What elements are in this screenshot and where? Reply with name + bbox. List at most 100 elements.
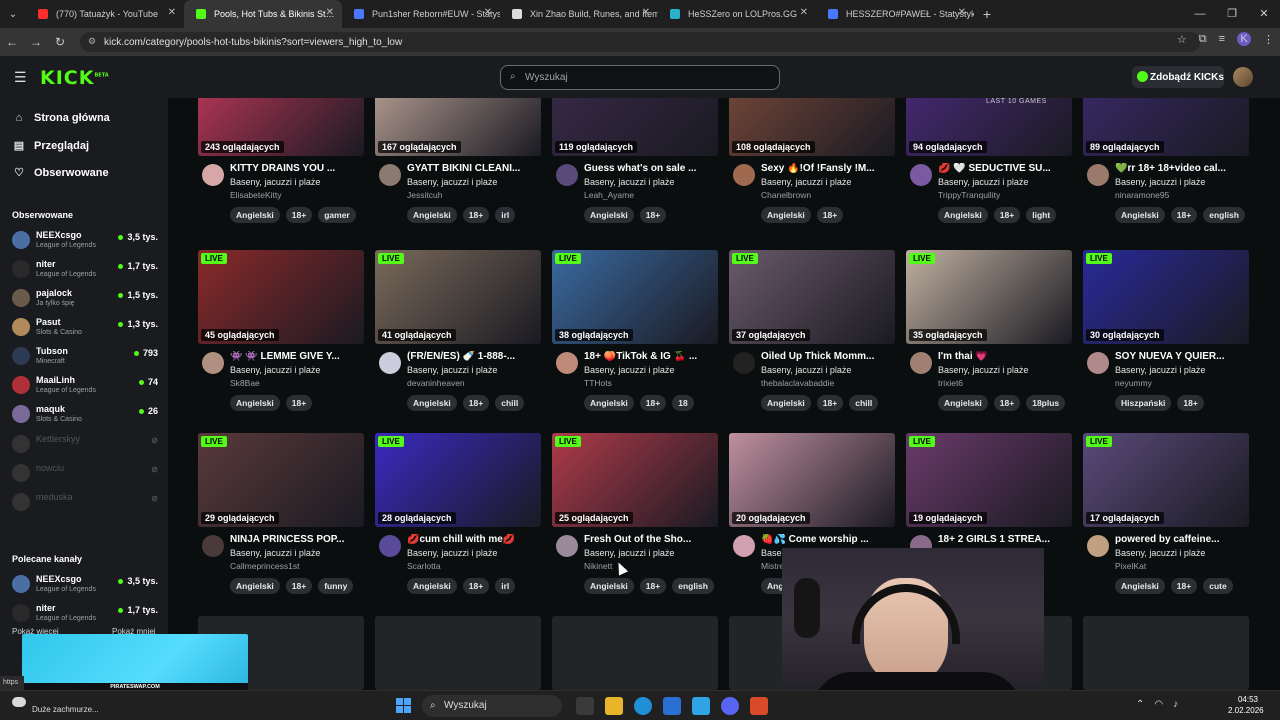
channel-avatar[interactable] <box>202 164 224 186</box>
tag-chip[interactable]: 18+ <box>462 207 490 223</box>
stream-card[interactable]: LIVE 37 oglądających Oiled Up Thick Momm..… <box>729 250 895 430</box>
channel-avatar[interactable] <box>379 352 401 374</box>
sidebar-channel[interactable]: pajalock Ja tylko śpię 1,5 tys. <box>12 286 160 313</box>
tag-chip[interactable]: 18+ <box>462 395 490 411</box>
site-info-icon[interactable]: ⚙ <box>88 36 96 47</box>
windows-start-icon[interactable] <box>396 698 411 713</box>
tag-chip[interactable]: Angielski <box>584 207 634 223</box>
tag-chip[interactable]: 18+ <box>285 395 313 411</box>
maximize-icon[interactable]: ❐ <box>1216 0 1248 28</box>
tag-chip[interactable]: Angielski <box>584 578 634 594</box>
stream-category[interactable]: Baseny, jacuzzi i plaże <box>584 365 674 375</box>
stream-thumbnail[interactable]: LIVE 38 oglądających <box>552 250 718 344</box>
stream-category[interactable]: Baseny, jacuzzi i plaże <box>407 177 497 187</box>
tag-chip[interactable]: Hiszpański <box>1115 395 1172 411</box>
stream-title[interactable]: SOY NUEVA Y QUIER... <box>1115 351 1255 362</box>
stream-title[interactable]: Guess what's on sale ... <box>584 163 724 174</box>
tag-chip[interactable]: Angielski <box>230 395 280 411</box>
channel-avatar[interactable] <box>1087 352 1109 374</box>
tag-chip[interactable]: Angielski <box>1115 207 1165 223</box>
browser-tab[interactable]: HeSSZero on LOLPros.GG ✕ <box>658 0 816 28</box>
user-avatar[interactable] <box>1233 67 1253 87</box>
channel-avatar[interactable] <box>556 352 578 374</box>
stream-title[interactable]: Oiled Up Thick Momm... <box>761 351 901 362</box>
channel-name[interactable]: Chanelbrown <box>761 190 811 200</box>
tag-chip[interactable]: 18plus <box>1026 395 1066 411</box>
stream-title[interactable]: 💋cum chill with me💋 <box>407 534 547 545</box>
stream-card[interactable]: LIVE 41 oglądających (FR/EN/ES) 🍼 1-888-..… <box>375 250 541 430</box>
tag-chip[interactable]: Angielski <box>230 207 280 223</box>
tag-chip[interactable]: Angielski <box>938 395 988 411</box>
close-window-icon[interactable]: ✕ <box>1248 0 1280 28</box>
channel-name[interactable]: thebalaclavabaddie <box>761 378 834 388</box>
channel-avatar[interactable] <box>910 352 932 374</box>
stream-category[interactable]: Baseny, jacuzzi i plaże <box>938 365 1028 375</box>
stream-title[interactable]: Fresh Out of the Sho... <box>584 534 724 545</box>
channel-avatar[interactable] <box>379 164 401 186</box>
tag-chip[interactable]: Angielski <box>407 578 457 594</box>
stream-card[interactable]: 243 oglądających KITTY DRAINS YOU ... Base… <box>198 98 364 242</box>
channel-name[interactable]: Callmeprincess1st <box>230 561 299 571</box>
address-bar[interactable]: ⚙ kick.com/category/pools-hot-tubs-bikin… <box>80 32 1200 52</box>
tag-chip[interactable]: 18+ <box>993 395 1021 411</box>
channel-name[interactable]: Scarlotta <box>407 561 441 571</box>
tag-chip[interactable]: 18+ <box>993 207 1021 223</box>
stream-thumbnail[interactable]: 94 oglądających <box>906 98 1072 156</box>
stream-title[interactable]: (FR/EN/ES) 🍼 1-888-... <box>407 351 547 362</box>
sidebar-channel[interactable]: Kettlerskyy ⊘ <box>12 432 160 459</box>
tag-chip[interactable]: english <box>672 578 714 594</box>
stream-title[interactable]: 🍓💦 Come worship ... <box>761 534 901 545</box>
stream-card[interactable]: LIVE 38 oglądających 18+ 🍑TikTok & IG 🍒 ..… <box>552 250 718 430</box>
tab-search-icon[interactable]: ⌄ <box>0 9 26 20</box>
stream-thumbnail[interactable]: LIVE 19 oglądających <box>906 433 1072 527</box>
stream-thumbnail[interactable]: LIVE 29 oglądających <box>198 433 364 527</box>
stream-category[interactable]: Baseny, jacuzzi i plaże <box>584 177 674 187</box>
tag-chip[interactable]: irl <box>495 578 516 594</box>
channel-name[interactable]: TTHots <box>584 378 612 388</box>
sidebar-channel[interactable]: niter League of Legends 1,7 tys. <box>12 257 160 284</box>
stream-card[interactable]: LIVE 17 oglądających powered by caffeine..… <box>1083 433 1249 613</box>
weather-cloud-icon[interactable] <box>12 697 26 707</box>
stream-thumbnail[interactable]: 243 oglądających <box>198 98 364 156</box>
tag-chip[interactable]: 18+ <box>639 395 667 411</box>
stream-card[interactable]: LIVE 25 oglądających Fresh Out of the Sho.… <box>552 433 718 613</box>
sidebar-channel[interactable]: Pasut Slots & Casino 1,3 tys. <box>12 315 160 342</box>
tag-chip[interactable]: funny <box>318 578 354 594</box>
stream-title[interactable]: I'm thai 💗 <box>938 351 1078 362</box>
tag-chip[interactable]: cute <box>1203 578 1233 594</box>
stream-title[interactable]: 💋 🤍 SEDUCTIVE SU... <box>938 163 1078 174</box>
stream-thumbnail[interactable]: LIVE 41 oglądających <box>375 250 541 344</box>
channel-avatar[interactable] <box>556 535 578 557</box>
stream-thumbnail[interactable]: LIVE 45 oglądających <box>198 250 364 344</box>
tag-chip[interactable]: gamer <box>318 207 356 223</box>
stream-card[interactable]: 167 oglądających GYATT BIKINI CLEANI... Ba… <box>375 98 541 242</box>
stream-thumbnail[interactable]: LIVE 25 oglądających <box>552 433 718 527</box>
channel-avatar[interactable] <box>556 164 578 186</box>
stream-thumbnail[interactable]: 89 oglądających <box>1083 98 1249 156</box>
stream-card[interactable]: 89 oglądających 💚rr 18+ 18+video cal... Ba… <box>1083 98 1249 242</box>
tag-chip[interactable]: 18+ <box>285 578 313 594</box>
sidebar-channel[interactable]: meduska ⊘ <box>12 490 160 517</box>
tag-chip[interactable]: 18+ <box>462 578 490 594</box>
close-tab-icon[interactable]: ✕ <box>484 7 492 18</box>
stream-thumbnail[interactable]: 108 oglądających <box>729 98 895 156</box>
stream-category[interactable]: Baseny, jacuzzi i plaże <box>761 177 851 187</box>
stream-title[interactable]: 18+ 2 GIRLS 1 STREA... <box>938 534 1078 545</box>
outlook-icon[interactable] <box>663 697 681 715</box>
tag-chip[interactable]: Angielski <box>230 578 280 594</box>
stream-title[interactable]: NINJA PRINCESS POP... <box>230 534 370 545</box>
stream-title[interactable]: powered by caffeine... <box>1115 534 1255 545</box>
bookmark-star-icon[interactable]: ☆ <box>1177 33 1187 46</box>
channel-avatar[interactable] <box>910 164 932 186</box>
channel-avatar[interactable] <box>733 352 755 374</box>
tag-chip[interactable]: 18+ <box>1170 578 1198 594</box>
tray-chevron-icon[interactable]: ⌃ <box>1136 699 1144 710</box>
stream-card[interactable]: LIVE 28 oglądających 💋cum chill with me💋 Ba… <box>375 433 541 613</box>
back-icon[interactable]: ← <box>0 35 24 49</box>
get-kicks-button[interactable]: Zdobądź KICKs <box>1132 66 1224 88</box>
browser-tab[interactable]: (770) Tatuażyk - YouTube ✕ <box>26 0 184 28</box>
sidebar-channel[interactable]: NEEXcsgo League of Legends 3,5 tys. <box>12 572 160 599</box>
close-tab-icon[interactable]: ✕ <box>958 7 966 18</box>
stream-card[interactable]: 119 oglądających Guess what's on sale ...… <box>552 98 718 242</box>
channel-name[interactable]: Sk8Bae <box>230 378 260 388</box>
